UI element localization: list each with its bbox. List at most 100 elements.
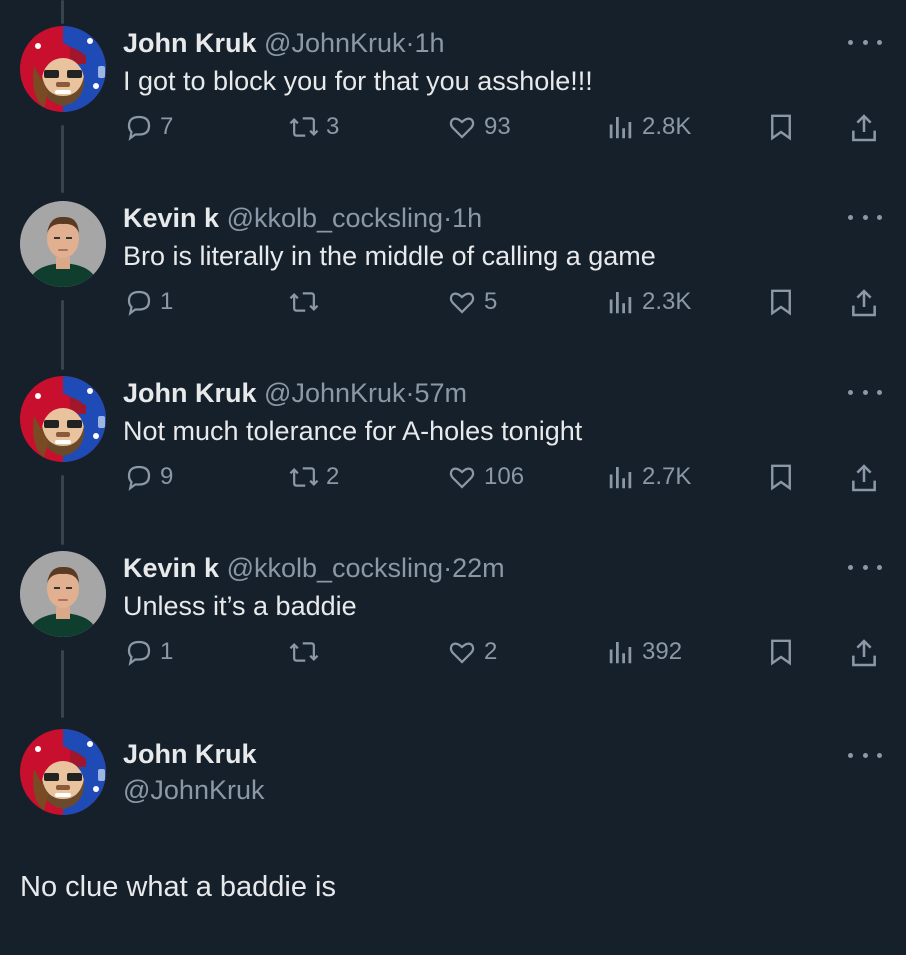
avatar[interactable] xyxy=(20,376,106,462)
tweet-text: Unless it’s a baddie xyxy=(123,591,357,621)
like-count: 106 xyxy=(484,463,525,490)
timestamp[interactable]: 1h xyxy=(452,203,482,233)
retweet-count: 2 xyxy=(326,463,340,490)
more-icon[interactable] xyxy=(848,745,882,765)
tweet-text: I got to block you for that you asshole!… xyxy=(123,66,593,96)
tweet-header: Kevin k @kkolb_cocksling·22m xyxy=(123,551,505,585)
tweet-header: John Kruk @JohnKruk·1h xyxy=(123,26,445,60)
views-button[interactable]: 392 xyxy=(606,637,682,667)
reply-count: 1 xyxy=(160,638,174,665)
views-button[interactable]: 2.3K xyxy=(606,287,691,317)
views-icon xyxy=(609,642,632,664)
share-button[interactable] xyxy=(848,462,880,494)
separator: · xyxy=(405,378,415,408)
retweet-button[interactable] xyxy=(288,637,326,667)
reply-button[interactable]: 1 xyxy=(124,637,173,667)
tweet-actions: 1 2 392 xyxy=(0,637,906,673)
views-count: 2.7K xyxy=(642,463,692,490)
reply-icon xyxy=(127,290,151,316)
bookmark-button[interactable] xyxy=(766,462,796,492)
reply-button[interactable]: 9 xyxy=(124,462,173,492)
share-button[interactable] xyxy=(848,637,880,669)
like-button[interactable]: 93 xyxy=(446,112,511,142)
display-name[interactable]: Kevin k xyxy=(123,553,219,583)
handle[interactable]: @JohnKruk xyxy=(123,773,264,807)
timestamp[interactable]: 1h xyxy=(415,28,445,58)
views-count: 2.3K xyxy=(642,288,692,315)
tweet-text: Not much tolerance for A-holes tonight xyxy=(123,416,583,446)
bookmark-icon xyxy=(771,464,791,491)
main-tweet-text: No clue what a baddie is xyxy=(20,871,336,903)
avatar[interactable] xyxy=(20,729,106,815)
reply-count: 9 xyxy=(160,463,174,490)
display-name[interactable]: John Kruk xyxy=(123,28,257,58)
bookmark-icon xyxy=(771,289,791,316)
handle[interactable]: @kkolb_cocksling xyxy=(227,553,444,583)
timestamp[interactable]: 57m xyxy=(415,378,468,408)
handle[interactable]: @JohnKruk xyxy=(264,378,405,408)
separator: · xyxy=(443,203,453,233)
display-name[interactable]: John Kruk xyxy=(123,378,257,408)
share-button[interactable] xyxy=(848,112,880,144)
reply-count: 7 xyxy=(160,113,174,140)
views-icon xyxy=(609,292,632,314)
more-icon[interactable] xyxy=(848,207,882,227)
like-count: 2 xyxy=(484,638,498,665)
share-icon xyxy=(852,114,876,142)
separator: · xyxy=(405,28,415,58)
bookmark-button[interactable] xyxy=(766,287,796,317)
handle[interactable]: @JohnKruk xyxy=(264,28,405,58)
retweet-icon xyxy=(289,292,319,312)
tweet-actions: 9 2 106 2.7K xyxy=(0,462,906,498)
views-count: 392 xyxy=(642,638,683,665)
like-icon xyxy=(449,117,475,139)
retweet-icon xyxy=(289,642,319,662)
tweet-actions: 7 3 93 2.8K xyxy=(0,112,906,148)
bookmark-button[interactable] xyxy=(766,112,796,142)
views-button[interactable]: 2.7K xyxy=(606,462,691,492)
handle[interactable]: @kkolb_cocksling xyxy=(227,203,444,233)
share-icon xyxy=(852,639,876,667)
more-icon[interactable] xyxy=(848,32,882,52)
like-button[interactable]: 5 xyxy=(446,287,497,317)
avatar[interactable] xyxy=(20,551,106,637)
thread-line xyxy=(61,0,64,24)
views-icon xyxy=(609,117,632,139)
retweet-button[interactable]: 3 xyxy=(288,112,339,142)
timestamp[interactable]: 22m xyxy=(452,553,505,583)
display-name[interactable]: Kevin k xyxy=(123,203,219,233)
display-name[interactable]: John Kruk xyxy=(123,737,257,771)
avatar[interactable] xyxy=(20,26,106,112)
like-icon xyxy=(449,467,475,489)
reply-icon xyxy=(127,465,151,491)
separator: · xyxy=(443,553,453,583)
bookmark-button[interactable] xyxy=(766,637,796,667)
like-button[interactable]: 2 xyxy=(446,637,497,667)
bookmark-icon xyxy=(771,114,791,141)
tweet-actions: 1 5 2.3K xyxy=(0,287,906,323)
views-icon xyxy=(609,467,632,489)
tweet-header: Kevin k @kkolb_cocksling·1h xyxy=(123,201,482,235)
views-count: 2.8K xyxy=(642,113,692,140)
share-icon xyxy=(852,289,876,317)
retweet-count: 3 xyxy=(326,113,340,140)
reply-button[interactable]: 7 xyxy=(124,112,173,142)
reply-count: 1 xyxy=(160,288,174,315)
like-button[interactable]: 106 xyxy=(446,462,524,492)
retweet-icon xyxy=(289,467,319,487)
avatar[interactable] xyxy=(20,201,106,287)
more-icon[interactable] xyxy=(848,382,882,402)
retweet-button[interactable]: 2 xyxy=(288,462,339,492)
reply-icon xyxy=(127,640,151,666)
like-count: 93 xyxy=(484,113,511,140)
like-count: 5 xyxy=(484,288,498,315)
reply-button[interactable]: 1 xyxy=(124,287,173,317)
share-button[interactable] xyxy=(848,287,880,319)
views-button[interactable]: 2.8K xyxy=(606,112,691,142)
retweet-icon xyxy=(289,117,319,137)
reply-icon xyxy=(127,115,151,141)
tweet-text: Bro is literally in the middle of callin… xyxy=(123,241,656,271)
bookmark-icon xyxy=(771,639,791,666)
retweet-button[interactable] xyxy=(288,287,326,317)
more-icon[interactable] xyxy=(848,557,882,577)
